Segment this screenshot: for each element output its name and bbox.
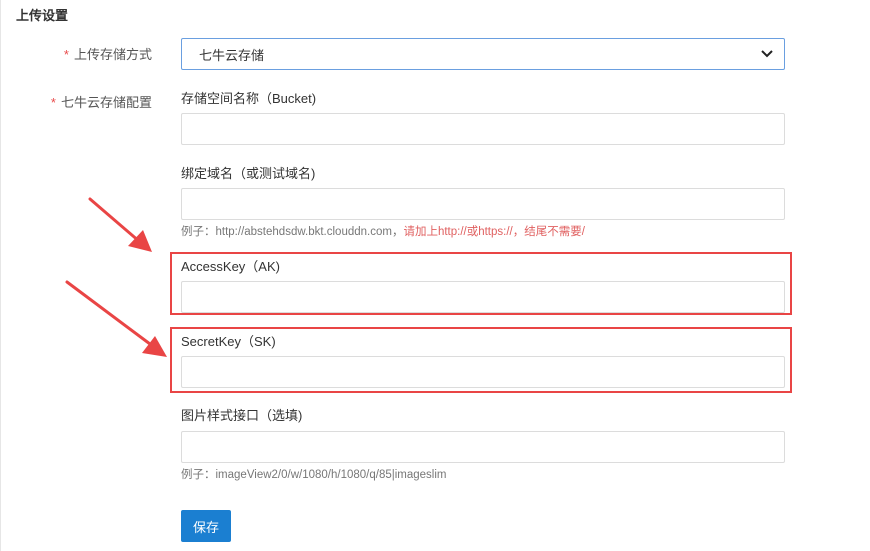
- image-style-hint: 例子：imageView2/0/w/1080/h/1080/q/85|image…: [181, 469, 447, 481]
- bucket-label: 存储空间名称（Bucket): [181, 91, 317, 106]
- secret-key-input[interactable]: [181, 356, 785, 388]
- section-title: 上传设置: [16, 8, 69, 23]
- upload-method-selected: 七牛云存储: [199, 47, 265, 63]
- left-border: [0, 0, 1, 551]
- domain-hint-warning: 请加上http://或https://，结尾不需要/: [403, 226, 585, 238]
- save-button[interactable]: 保存: [181, 510, 231, 542]
- required-mark: *: [63, 47, 69, 62]
- image-style-label: 图片样式接口（选填): [181, 408, 303, 423]
- required-mark: *: [50, 95, 56, 110]
- secret-key-label: SecretKey（SK): [181, 334, 276, 349]
- upload-method-label-text: 上传存储方式: [73, 47, 152, 62]
- chevron-down-icon: [760, 47, 774, 61]
- access-key-label: AccessKey（AK): [181, 259, 280, 274]
- upload-method-select[interactable]: 七牛云存储: [181, 38, 785, 70]
- arrow-icon: [65, 280, 167, 357]
- arrow-icon: [88, 197, 152, 252]
- image-style-input[interactable]: [181, 431, 785, 463]
- access-key-input[interactable]: [181, 281, 785, 313]
- domain-label: 绑定域名（或测试域名): [181, 166, 316, 181]
- domain-hint-example: 例子：http://abstehdsdw.bkt.clouddn.com，: [181, 226, 404, 238]
- domain-input[interactable]: [181, 188, 785, 220]
- bucket-input[interactable]: [181, 113, 785, 145]
- upload-method-label: * 上传存储方式: [64, 44, 152, 63]
- qiniu-config-label-text: 七牛云存储配置: [60, 95, 152, 110]
- qiniu-config-label: * 七牛云存储配置: [51, 92, 152, 111]
- domain-hint: 例子：http://abstehdsdw.bkt.clouddn.com，请加上…: [181, 223, 585, 239]
